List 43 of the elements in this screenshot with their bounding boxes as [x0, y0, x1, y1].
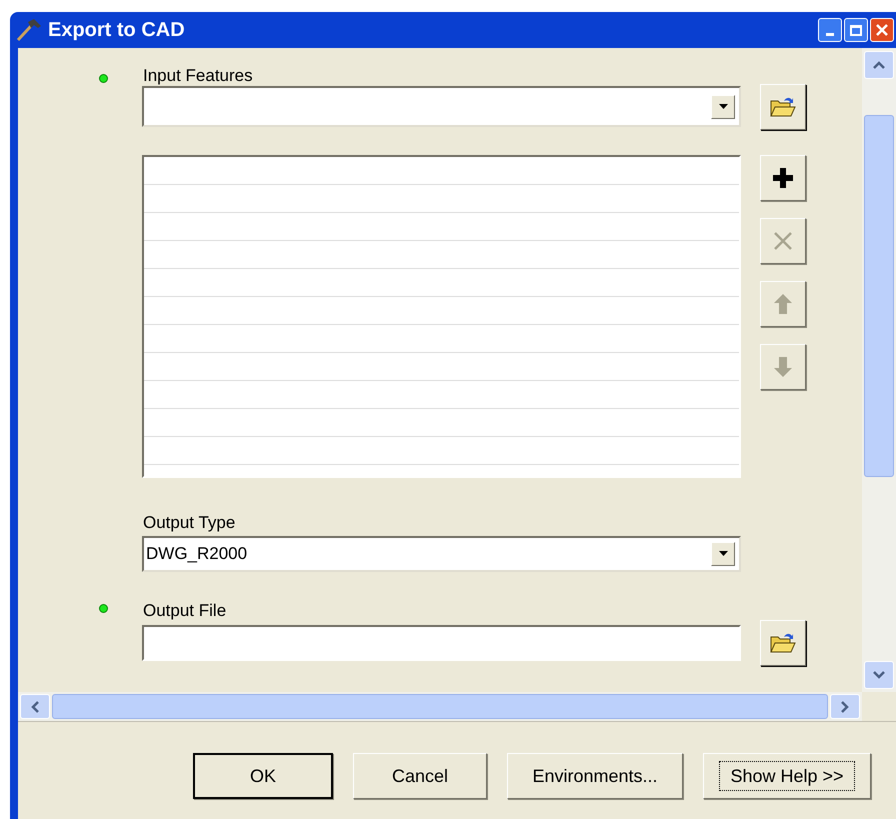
input-features-list[interactable] [142, 155, 741, 478]
delete-x-icon [773, 231, 793, 251]
dropdown-value: DWG_R2000 [146, 542, 248, 565]
add-button[interactable] [760, 155, 806, 201]
caret-icon [718, 551, 728, 556]
browse-button[interactable] [760, 620, 806, 666]
scroll-right-button[interactable] [830, 694, 860, 719]
window-title: Export to CAD [48, 18, 185, 43]
dropdown-button[interactable] [711, 94, 735, 118]
close-icon [876, 24, 888, 36]
dialog-button[interactable]: OK [193, 753, 333, 799]
dropdown-button[interactable] [711, 542, 735, 566]
maximize-button[interactable] [844, 18, 868, 42]
scroll-down-button[interactable] [864, 661, 894, 689]
scroll-thumb[interactable] [52, 694, 828, 719]
input-features-dropdown[interactable] [142, 86, 741, 127]
field-label: Output File [143, 600, 226, 622]
minimize-button[interactable] [818, 18, 842, 42]
folder-icon [770, 632, 796, 654]
plus-icon [773, 168, 793, 188]
horizontal-scrollbar[interactable] [18, 692, 862, 721]
up-arrow-icon [774, 294, 792, 314]
close-button[interactable] [870, 18, 894, 42]
scroll-left-button[interactable] [20, 694, 50, 719]
field-label: Input Features [143, 65, 253, 87]
scroll-up-button[interactable] [864, 51, 894, 79]
output-file-field[interactable] [142, 625, 741, 661]
scroll-thumb[interactable] [864, 115, 894, 477]
dialog-button[interactable]: Show Help >> [703, 753, 871, 799]
chevron-up-icon [873, 61, 885, 69]
hammer-icon [16, 18, 42, 42]
browse-button[interactable] [760, 84, 806, 130]
output-type-dropdown[interactable]: DWG_R2000 [142, 536, 741, 572]
chevron-down-icon [873, 671, 885, 679]
chevron-right-icon [841, 700, 849, 712]
down-arrow-icon [774, 357, 792, 377]
dialog-button[interactable]: Environments... [507, 753, 683, 799]
chevron-left-icon [31, 700, 39, 712]
caret-icon [718, 104, 728, 109]
field-label: Output Type [143, 512, 236, 534]
folder-icon [770, 96, 796, 118]
dialog-button[interactable]: Cancel [353, 753, 487, 799]
vertical-scrollbar[interactable] [862, 48, 896, 692]
